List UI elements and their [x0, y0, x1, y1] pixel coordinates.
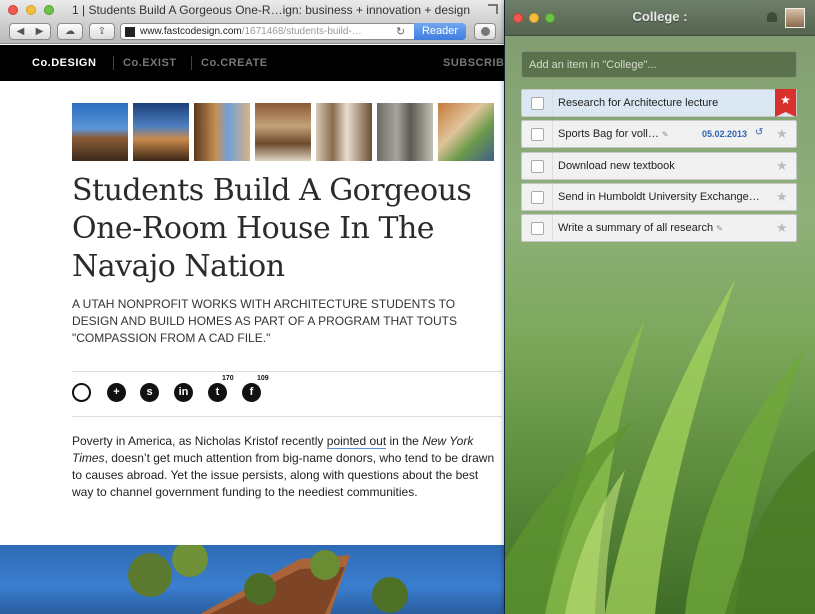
reload-icon[interactable]: ↻ [396, 25, 405, 38]
task-checkbox[interactable] [531, 191, 544, 204]
site-favicon-icon [125, 27, 135, 37]
task-checkbox[interactable] [531, 160, 544, 173]
nav-codesign[interactable]: Co.DESIGN [32, 57, 96, 69]
share-icon: ⇪ [97, 26, 107, 37]
star-icon[interactable]: ★ [776, 220, 788, 236]
gallery-thumb[interactable] [438, 103, 494, 161]
task-item[interactable]: Write a summary of all research ✎ ★ [521, 214, 797, 242]
nav-divider [113, 56, 114, 70]
stumbleupon-icon[interactable]: s [140, 383, 159, 402]
article-headline: Students Build A Gorgeous One-Room House… [72, 173, 472, 284]
task-due-date: 05.02.2013 [702, 129, 748, 139]
safari-titlebar: 1 | Students Build A Gorgeous One-R…ign:… [0, 0, 504, 20]
divider [72, 416, 502, 417]
gallery-thumb[interactable] [255, 103, 311, 161]
task-item[interactable]: Research for Architecture lecture ★ [521, 89, 797, 117]
task-divider [552, 184, 553, 210]
task-divider [552, 153, 553, 179]
downloads-button[interactable] [474, 23, 496, 40]
task-divider [552, 90, 553, 116]
grass-background [505, 280, 815, 614]
window-title: 1 | Students Build A Gorgeous One-R…ign:… [72, 3, 471, 17]
site-nav: Co.DESIGN Co.EXIST Co.CREATE SUBSCRIBE [0, 45, 504, 81]
twitter-count: 170 [222, 375, 234, 382]
body-text-3: , doesn’t get much attention from big-na… [72, 451, 495, 499]
nav-cocreate[interactable]: Co.CREATE [201, 57, 268, 69]
task-title: Research for Architecture lecture [558, 97, 719, 109]
gallery-thumb[interactable] [377, 103, 433, 161]
nav-coexist[interactable]: Co.EXIST [123, 57, 177, 69]
cloud-icon: ☁ [65, 26, 75, 37]
article-dek: A Utah nonprofit works with architecture… [72, 297, 457, 345]
back-icon[interactable]: ◀ [11, 24, 30, 39]
task-divider [552, 121, 553, 147]
fullscreen-icon[interactable] [488, 4, 498, 14]
repeat-icon: ↺ [755, 127, 764, 138]
safari-window: 1 | Students Build A Gorgeous One-R…ign:… [0, 0, 504, 614]
note-pin-icon: ✎ [661, 130, 669, 139]
url-host: www.fastcodesign.com [140, 26, 242, 37]
share-bar: + s in t 170 f 109 [72, 375, 332, 405]
reader-button[interactable]: Reader [414, 23, 466, 40]
comment-icon[interactable] [72, 383, 91, 402]
address-url: www.fastcodesign.com/1671468/students-bu… [140, 26, 395, 37]
star-icon[interactable]: ★ [775, 89, 796, 117]
pointed-out-link[interactable]: pointed out [326, 434, 387, 449]
hero-image [0, 545, 504, 614]
image-gallery [72, 103, 504, 161]
task-title-text: Write a summary of all research [558, 222, 714, 234]
url-path: /1671468/students-build-… [241, 26, 362, 37]
task-title: Download new textbook [558, 160, 675, 172]
note-pin-icon: ✎ [716, 224, 723, 233]
facebook-count: 109 [257, 375, 269, 382]
star-icon[interactable]: ★ [776, 126, 788, 142]
back-forward-control: ◀ ▶ [9, 23, 51, 40]
zoom-button[interactable] [44, 5, 54, 15]
star-icon[interactable]: ★ [776, 158, 788, 174]
task-item[interactable]: Download new textbook ★ [521, 152, 797, 180]
safari-toolbar: ◀ ▶ ☁ ⇪ www.fastcodesign.com/1671468/stud… [0, 20, 504, 44]
nav-subscribe[interactable]: SUBSCRIBE [443, 57, 504, 69]
task-title: Sports Bag for voll… ✎ [558, 128, 669, 140]
body-text-1: Poverty in America, as Nicholas Kristof … [72, 434, 327, 448]
facebook-icon[interactable]: f [242, 383, 261, 402]
task-checkbox[interactable] [531, 97, 544, 110]
wunderlist-window: College : Research for Architecture lect… [505, 0, 815, 614]
task-title: Write a summary of all research ✎ [558, 222, 723, 234]
task-item[interactable]: Sports Bag for voll… ✎ 05.02.2013 ↺ ★ [521, 120, 797, 148]
gallery-thumb[interactable] [133, 103, 189, 161]
star-icon[interactable]: ★ [776, 189, 788, 205]
icloud-tabs-button[interactable]: ☁ [57, 23, 83, 40]
plus-share-icon[interactable]: + [107, 383, 126, 402]
add-item-input[interactable] [521, 51, 797, 78]
address-bar[interactable]: www.fastcodesign.com/1671468/students-bu… [120, 23, 466, 40]
bell-icon[interactable] [767, 12, 777, 22]
close-button[interactable] [8, 5, 18, 15]
body-text-2: in the [386, 434, 423, 448]
task-title: Send in Humboldt University Exchange… [558, 191, 760, 203]
gallery-thumb[interactable] [194, 103, 250, 161]
nav-divider [191, 56, 192, 70]
forward-icon[interactable]: ▶ [30, 24, 49, 39]
avatar[interactable] [785, 8, 805, 28]
minimize-button[interactable] [26, 5, 36, 15]
share-button[interactable]: ⇪ [89, 23, 115, 40]
task-checkbox[interactable] [531, 222, 544, 235]
wunderlist-titlebar: College : [505, 0, 815, 36]
linkedin-icon[interactable]: in [174, 383, 193, 402]
divider [72, 371, 502, 372]
twitter-icon[interactable]: t [208, 383, 227, 402]
downloads-icon [480, 27, 490, 36]
task-item[interactable]: Send in Humboldt University Exchange… ★ [521, 183, 797, 211]
task-checkbox[interactable] [531, 128, 544, 141]
gallery-thumb[interactable] [316, 103, 372, 161]
article-body: Poverty in America, as Nicholas Kristof … [72, 433, 500, 501]
gallery-thumb[interactable] [72, 103, 128, 161]
task-title-text: Sports Bag for voll… [558, 128, 659, 140]
task-divider [552, 215, 553, 241]
